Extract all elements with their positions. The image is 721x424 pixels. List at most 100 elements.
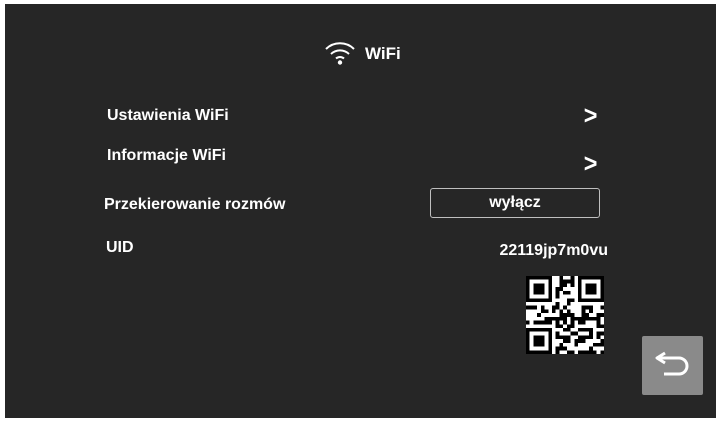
qr-module [552, 305, 556, 310]
qr-module [585, 287, 590, 291]
qr-module [559, 313, 564, 317]
qr-module [585, 298, 590, 302]
qr-module [526, 350, 530, 354]
qr-module [540, 350, 545, 354]
qr-module [526, 335, 530, 340]
settings-screen: WiFi Ustawienia WiFi > Informacje WiFi >… [5, 4, 716, 418]
qr-module [537, 320, 541, 325]
qr-module [540, 339, 545, 343]
qr-module [578, 279, 582, 284]
qr-module [537, 298, 541, 302]
qr-module [600, 276, 604, 280]
qr-module [578, 290, 582, 295]
qr-module [548, 279, 552, 284]
page-title: WiFi [365, 44, 401, 63]
back-button[interactable] [642, 336, 703, 395]
qr-module [578, 335, 582, 340]
qr-module [533, 328, 538, 332]
qr-module [585, 350, 590, 354]
qr-module [555, 287, 560, 291]
qr-module [589, 298, 593, 302]
qr-module [585, 283, 590, 288]
qr-module [600, 342, 604, 347]
qr-module [540, 283, 545, 288]
qr-module [555, 305, 560, 310]
qr-module [552, 316, 556, 321]
qr-module [570, 350, 575, 354]
qr-module [559, 316, 564, 321]
qr-module [563, 290, 567, 295]
qr-module [570, 283, 575, 288]
qr-module [585, 316, 590, 321]
qr-module [533, 283, 538, 288]
call-forwarding-label: Przekierowanie rozmów [104, 196, 286, 213]
qr-module [592, 287, 597, 291]
qr-module [566, 290, 571, 295]
call-forwarding-toggle[interactable]: wyłącz [430, 188, 600, 218]
qr-module [566, 313, 571, 317]
qr-module [566, 339, 571, 343]
qr-module [566, 309, 571, 314]
qr-module [589, 305, 593, 310]
qr-module [559, 283, 564, 288]
qr-module [563, 283, 567, 288]
qr-module [600, 290, 604, 295]
qr-module [544, 276, 549, 280]
qr-module [581, 335, 586, 340]
qr-module [526, 339, 530, 343]
qr-module [555, 350, 560, 354]
qr-module [570, 320, 575, 325]
qr-module [578, 276, 582, 280]
qr-module [533, 320, 538, 325]
uid-value: 22119jp7m0vu [499, 242, 608, 259]
qr-module [578, 298, 582, 302]
qr-module [548, 283, 552, 288]
qr-module [540, 335, 545, 340]
qr-module [600, 287, 604, 291]
qr-module [596, 342, 601, 347]
qr-module [592, 276, 597, 280]
qr-module [596, 320, 601, 325]
qr-module [552, 309, 556, 314]
qr-module [585, 305, 590, 310]
qr-module [596, 298, 601, 302]
qr-module [600, 298, 604, 302]
qr-module [600, 324, 604, 328]
qr-module [548, 276, 552, 280]
qr-module [578, 350, 582, 354]
qr-module [526, 290, 530, 295]
qr-module [555, 302, 560, 306]
qr-module [574, 342, 578, 347]
qr-module [563, 335, 567, 340]
qr-module [563, 328, 567, 332]
qr-module [600, 305, 604, 310]
qr-module [589, 287, 593, 291]
qr-module [526, 283, 530, 288]
qr-module [555, 294, 560, 299]
qr-module [600, 331, 604, 336]
qr-module [592, 290, 597, 295]
qr-module [570, 324, 575, 328]
qr-module [559, 335, 564, 340]
qr-module [578, 283, 582, 288]
chevron-right-icon[interactable]: > [584, 102, 598, 128]
qr-module [563, 313, 567, 317]
qr-module [537, 328, 541, 332]
qr-module [548, 328, 552, 332]
qr-module [592, 316, 597, 321]
qr-module [581, 316, 586, 321]
qr-module [526, 287, 530, 291]
qr-module [581, 298, 586, 302]
chevron-right-icon[interactable]: > [584, 150, 598, 176]
qr-module [555, 335, 560, 340]
qr-module [548, 350, 552, 354]
qr-module [600, 294, 604, 299]
qr-module [559, 309, 564, 314]
qr-module [600, 283, 604, 288]
qr-module [563, 339, 567, 343]
qr-module [563, 316, 567, 321]
qr-module [537, 283, 541, 288]
qr-module [600, 350, 604, 354]
qr-module [533, 335, 538, 340]
qr-module [526, 305, 530, 310]
